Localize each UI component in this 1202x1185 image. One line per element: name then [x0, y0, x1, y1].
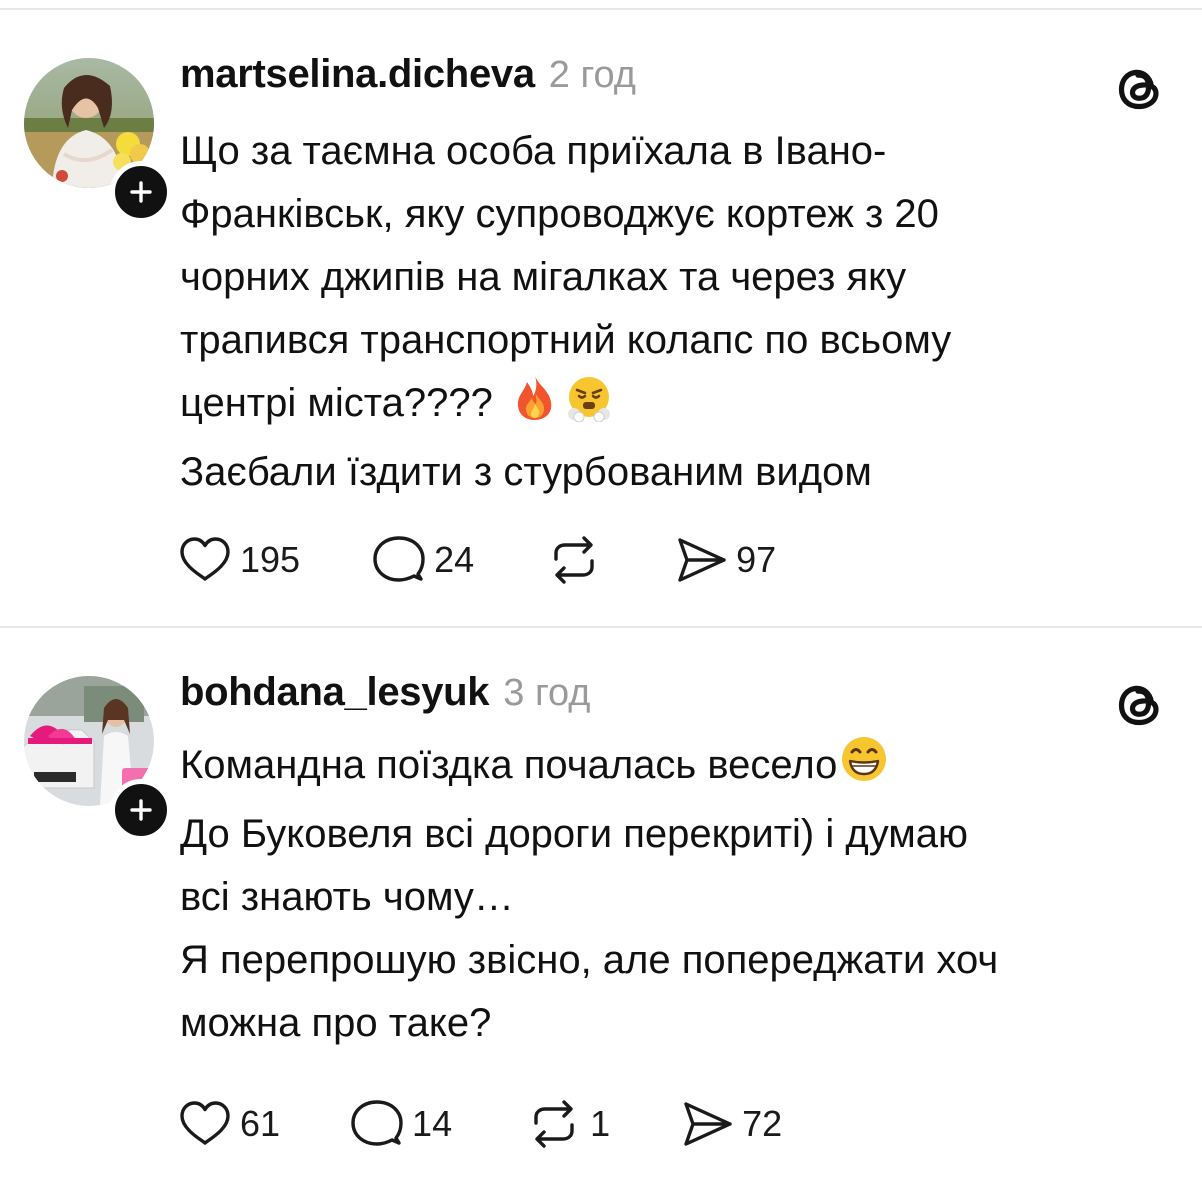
repost-arrows-icon [534, 1100, 574, 1148]
post-text-line: Командна поїздка почалась весело [180, 743, 838, 787]
heart-icon [180, 537, 230, 581]
post-text-line: всі знають чому… [180, 875, 514, 919]
send-icon [684, 1102, 732, 1146]
plus-icon [130, 799, 152, 821]
like-count: 61 [240, 1103, 281, 1144]
plus-icon [130, 181, 152, 203]
timestamp: 3 год [503, 672, 591, 714]
post-header: bohdana_lesyuk 3 год [180, 670, 590, 730]
post-text-line-with-emoji: Командна поїздка почалась весело [180, 734, 1170, 803]
post-text-line: Що за таємна особа приїхала в Івано- [180, 129, 887, 173]
reply-button[interactable]: 24 [372, 530, 474, 590]
threads-logo-icon[interactable] [1113, 678, 1167, 732]
post-header: martselina.dicheva 2 год [180, 52, 636, 112]
thread-post: bohdana_lesyuk 3 год Командна поїздка по… [0, 628, 1202, 1185]
post-text-line: Я перепрошую звісно, але попереджати хоч [180, 938, 999, 982]
send-icon [678, 538, 726, 582]
reply-count: 24 [434, 539, 475, 580]
username[interactable]: bohdana_lesyuk [180, 670, 490, 715]
reply-count: 14 [412, 1103, 453, 1144]
repost-arrows-icon [554, 536, 594, 584]
post-text-line: трапився транспортний колапс по всьому [180, 318, 952, 362]
speech-bubble-icon [351, 1100, 403, 1146]
post-text-line: центрі міста???? [180, 381, 493, 425]
speech-bubble-icon [373, 536, 425, 582]
author-avatar-container[interactable] [24, 58, 172, 223]
like-count: 195 [240, 539, 301, 580]
threads-logo-icon[interactable] [1113, 62, 1167, 116]
steam-from-nose-emoji [565, 374, 613, 441]
share-count: 72 [742, 1103, 783, 1144]
post-text-line: чорних джипів на мігалках та через яку [180, 255, 907, 299]
username[interactable]: martselina.dicheva [180, 52, 535, 97]
post-text-line-with-emoji: центрі міста???? [180, 372, 1170, 441]
heart-icon [180, 1101, 230, 1145]
share-button[interactable]: 97 [674, 530, 776, 590]
author-avatar-container[interactable] [24, 676, 172, 841]
post-text-line: Заєбали їздити з стурбованим видом [180, 450, 872, 494]
share-button[interactable]: 72 [680, 1094, 782, 1154]
post-text: Командна поїздка почалась весело До Буко… [180, 734, 1170, 1055]
repost-count: 1 [590, 1103, 611, 1144]
post-actions: 61 14 1 72 [178, 1094, 782, 1154]
timestamp: 2 год [548, 54, 636, 96]
follow-button[interactable] [110, 779, 172, 841]
reply-button[interactable]: 14 [350, 1094, 452, 1154]
fire-emoji [513, 374, 557, 441]
follow-button[interactable] [110, 161, 172, 223]
repost-button[interactable]: 1 [526, 1094, 610, 1154]
repost-button[interactable] [546, 530, 610, 590]
post-text: Що за таємна особа приїхала в Івано- Фра… [180, 120, 1170, 504]
post-text-line: До Буковеля всі дороги перекриті) і дума… [180, 812, 968, 856]
like-button[interactable]: 195 [178, 530, 300, 590]
share-count: 97 [736, 539, 777, 580]
thread-post: martselina.dicheva 2 год Що за таємна ос… [0, 10, 1202, 626]
grinning-face-emoji [839, 734, 889, 803]
like-button[interactable]: 61 [178, 1094, 280, 1154]
post-text-line: можна про таке? [180, 1001, 492, 1045]
post-actions: 195 24 97 [178, 530, 776, 590]
post-text-line: Франківськ, яку супроводжує кортеж з 20 [180, 192, 939, 236]
